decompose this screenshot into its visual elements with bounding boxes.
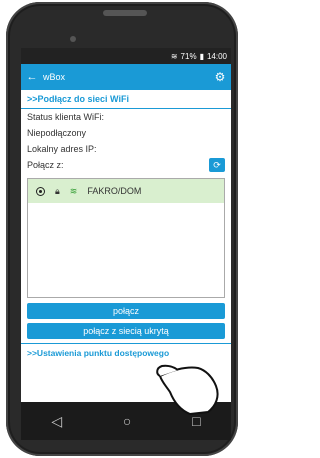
status-label: Status klienta WiFi: [27, 112, 105, 122]
lock-icon: 🔒︎ [55, 185, 60, 196]
app-title: wBox [43, 72, 66, 82]
section-wifi-title: >>Podłącz do sieci WiFi [21, 90, 231, 109]
circle-home-icon[interactable]: ○ [123, 413, 131, 429]
triangle-back-icon[interactable]: ◁ [51, 413, 62, 430]
network-row[interactable]: 🔒︎ ≋ FAKRO/DOM [28, 179, 224, 203]
speaker-grille [103, 10, 147, 16]
pointing-hand-icon [156, 364, 219, 416]
network-list: 🔒︎ ≋ FAKRO/DOM [27, 178, 225, 298]
status-bar: ≋ 71% ▮ 14:00 [21, 48, 231, 64]
radio-selected-icon[interactable] [36, 186, 45, 196]
network-name: FAKRO/DOM [87, 186, 142, 196]
ip-label: Lokalny adres IP: [27, 144, 97, 154]
wifi-status-icon: ≋ [170, 51, 178, 61]
clock: 14:00 [206, 51, 227, 61]
wifi-icon: ≋ [69, 185, 78, 196]
front-camera [70, 36, 76, 42]
gear-icon[interactable]: ⚙ [209, 70, 231, 84]
connect-button[interactable]: połącz [27, 303, 225, 319]
battery-icon: ▮ [199, 51, 204, 61]
refresh-icon[interactable]: ⟳ [209, 158, 225, 172]
app-bar: ← wBox ⚙ [21, 64, 231, 90]
connect-with-label: Połącz z: [27, 160, 64, 170]
connect-hidden-button[interactable]: połącz z siecią ukrytą [27, 323, 225, 339]
battery-level: 71% [180, 51, 197, 61]
status-value: Niepodłączony [27, 128, 87, 138]
connect-with-row: Połącz z: ⟳ [21, 157, 231, 173]
arrow-left-icon[interactable]: ← [21, 71, 43, 83]
